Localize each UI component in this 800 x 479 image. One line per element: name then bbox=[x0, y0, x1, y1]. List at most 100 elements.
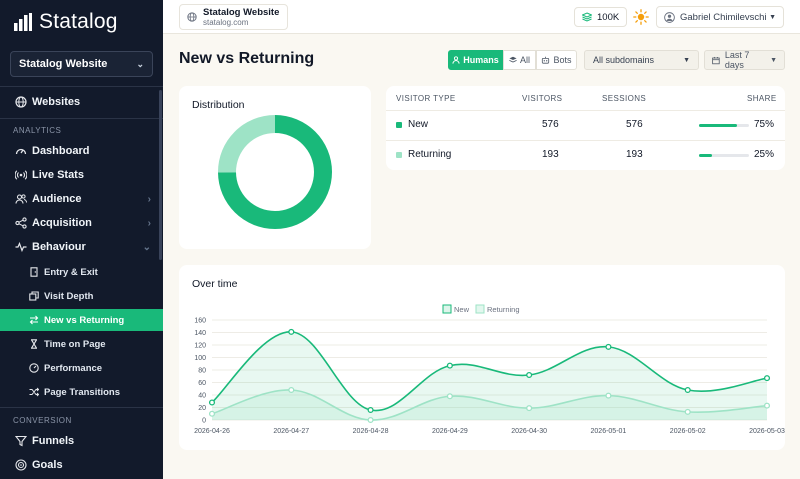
y-tick-label: 120 bbox=[194, 343, 206, 350]
share-bar bbox=[699, 154, 749, 157]
sun-icon[interactable] bbox=[633, 9, 649, 25]
legend-swatch-returning[interactable] bbox=[475, 304, 485, 314]
filter-humans-label: Humans bbox=[463, 55, 499, 65]
donut-slice-returning[interactable] bbox=[218, 115, 275, 173]
layers-icon bbox=[509, 56, 517, 63]
sidebar-subitem-entry-exit[interactable]: Entry & Exit bbox=[0, 261, 163, 283]
sidebar-subitem-label: New vs Returning bbox=[44, 314, 125, 326]
x-tick-label: 2026-04-29 bbox=[432, 428, 468, 435]
sidebar-item-label: Acquisition bbox=[32, 217, 92, 229]
sidebar-subitem-time-on-page[interactable]: Time on Page bbox=[0, 333, 163, 355]
data-point-new[interactable] bbox=[684, 386, 691, 394]
caret-down-icon: ▼ bbox=[683, 56, 690, 64]
over-time-area-chart: 0 20 40 60 80 100 120 140 160 2026-04-26 2026-04-2… bbox=[194, 304, 785, 435]
data-point-returning[interactable] bbox=[526, 405, 533, 412]
usage-counter[interactable]: 100K bbox=[574, 7, 628, 27]
data-point-new[interactable] bbox=[367, 406, 374, 414]
sidebar-item-audience[interactable]: Audience › bbox=[0, 188, 163, 210]
user-menu[interactable]: Gabriel Chimilevschi ▼ bbox=[656, 6, 784, 28]
sidebar-item-dashboard[interactable]: Dashboard bbox=[0, 140, 163, 162]
sidebar-subitem-page-transitions[interactable]: Page Transitions bbox=[0, 381, 163, 403]
sidebar-item-behaviour[interactable]: Behaviour ⌄ bbox=[0, 236, 163, 258]
filter-bots-label: Bots bbox=[553, 55, 572, 65]
column-header-sessions[interactable]: SESSIONS bbox=[602, 94, 646, 103]
row-visitors: 576 bbox=[542, 119, 559, 130]
data-point-returning[interactable] bbox=[605, 392, 612, 399]
sidebar-item-funnels[interactable]: Funnels bbox=[0, 430, 163, 452]
user-icon bbox=[452, 56, 460, 64]
y-tick-label: 60 bbox=[198, 380, 206, 387]
data-point-new[interactable] bbox=[446, 362, 453, 369]
column-header-visitor-type[interactable]: VISITOR TYPE bbox=[396, 94, 456, 103]
legend-swatch-new[interactable] bbox=[442, 304, 452, 314]
sidebar-item-acquisition[interactable]: Acquisition › bbox=[0, 212, 163, 234]
sidebar-scrollbar[interactable] bbox=[159, 90, 162, 260]
sidebar-item-goals[interactable]: Goals bbox=[0, 454, 163, 476]
filter-all-button[interactable]: All bbox=[503, 50, 536, 70]
stack-icon bbox=[582, 12, 592, 22]
sidebar-subitem-label: Visit Depth bbox=[44, 290, 94, 302]
data-point-new[interactable] bbox=[526, 371, 533, 379]
sidebar-subitem-new-vs-returning[interactable]: New vs Returning bbox=[0, 309, 163, 331]
hourglass-icon bbox=[29, 339, 39, 349]
distribution-card: Distribution bbox=[179, 86, 371, 249]
x-tick-label: 2026-05-01 bbox=[591, 428, 627, 435]
legend-label-new[interactable]: New bbox=[454, 305, 470, 314]
y-tick-label: 80 bbox=[198, 368, 206, 375]
current-site-domain: statalog.com bbox=[203, 17, 249, 27]
sidebar-divider bbox=[0, 407, 163, 408]
data-point-new[interactable] bbox=[288, 328, 295, 335]
share-bar bbox=[699, 124, 749, 127]
caret-down-icon: ▼ bbox=[769, 13, 776, 21]
sidebar-item-label: Dashboard bbox=[32, 145, 90, 157]
chevron-right-icon: › bbox=[147, 193, 151, 205]
sidebar-subitem-label: Time on Page bbox=[44, 338, 106, 350]
data-point-returning[interactable] bbox=[208, 410, 216, 417]
data-point-returning[interactable] bbox=[446, 393, 453, 400]
column-header-share[interactable]: SHARE bbox=[747, 94, 777, 103]
sidebar-subitem-performance[interactable]: Performance bbox=[0, 357, 163, 379]
site-selector[interactable]: Statalog Website ⌄ bbox=[10, 51, 153, 77]
chevron-right-icon: › bbox=[147, 217, 151, 229]
x-tick-label: 2026-04-30 bbox=[511, 428, 547, 435]
column-header-visitors[interactable]: VISITORS bbox=[522, 94, 562, 103]
sidebar-item-websites[interactable]: Websites bbox=[0, 91, 163, 113]
legend-swatch-new bbox=[396, 122, 402, 128]
app-logo[interactable]: Statalog bbox=[13, 9, 118, 35]
x-tick-label: 2026-04-26 bbox=[194, 428, 230, 435]
data-point-new[interactable] bbox=[208, 399, 216, 406]
current-site[interactable]: Statalog Website statalog.com bbox=[179, 4, 289, 30]
y-tick-label: 140 bbox=[194, 330, 206, 337]
row-visitors: 193 bbox=[542, 149, 559, 160]
user-name: Gabriel Chimilevschi bbox=[680, 11, 767, 23]
subdomain-select-value: All subdomains bbox=[593, 55, 655, 65]
data-point-returning[interactable] bbox=[684, 408, 691, 415]
subdomain-select[interactable]: All subdomains ▼ bbox=[584, 50, 699, 70]
data-point-returning[interactable] bbox=[288, 386, 295, 394]
data-point-new[interactable] bbox=[763, 375, 771, 382]
y-tick-label: 100 bbox=[194, 355, 206, 362]
logo-bars-icon bbox=[14, 13, 32, 31]
x-tick-label: 2026-04-28 bbox=[353, 428, 389, 435]
sidebar-item-live-stats[interactable]: Live Stats bbox=[0, 164, 163, 186]
filter-humans-button[interactable]: Humans bbox=[448, 50, 503, 70]
section-label-conversion: CONVERSION bbox=[13, 416, 72, 425]
filter-bots-button[interactable]: Bots bbox=[536, 50, 577, 70]
data-point-new[interactable] bbox=[605, 343, 612, 350]
date-range-picker[interactable]: Last 7 days ▼ bbox=[704, 50, 785, 70]
caret-down-icon: ▼ bbox=[770, 56, 777, 64]
data-point-returning[interactable] bbox=[763, 402, 771, 409]
users-icon bbox=[15, 193, 27, 205]
data-point-returning[interactable] bbox=[367, 416, 374, 424]
usage-counter-value: 100K bbox=[597, 11, 620, 23]
date-range-value: Last 7 days bbox=[724, 50, 750, 70]
share-bar-fill bbox=[699, 154, 712, 157]
section-label-analytics: ANALYTICS bbox=[13, 126, 62, 135]
sidebar-subitem-visit-depth[interactable]: Visit Depth bbox=[0, 285, 163, 307]
legend-label-returning[interactable]: Returning bbox=[487, 305, 520, 314]
share-bar-fill bbox=[699, 124, 737, 127]
funnel-icon bbox=[15, 435, 27, 447]
y-tick-label: 160 bbox=[194, 318, 206, 325]
x-tick-label: 2026-05-03 bbox=[749, 428, 785, 435]
sidebar-subitem-label: Performance bbox=[44, 362, 103, 374]
